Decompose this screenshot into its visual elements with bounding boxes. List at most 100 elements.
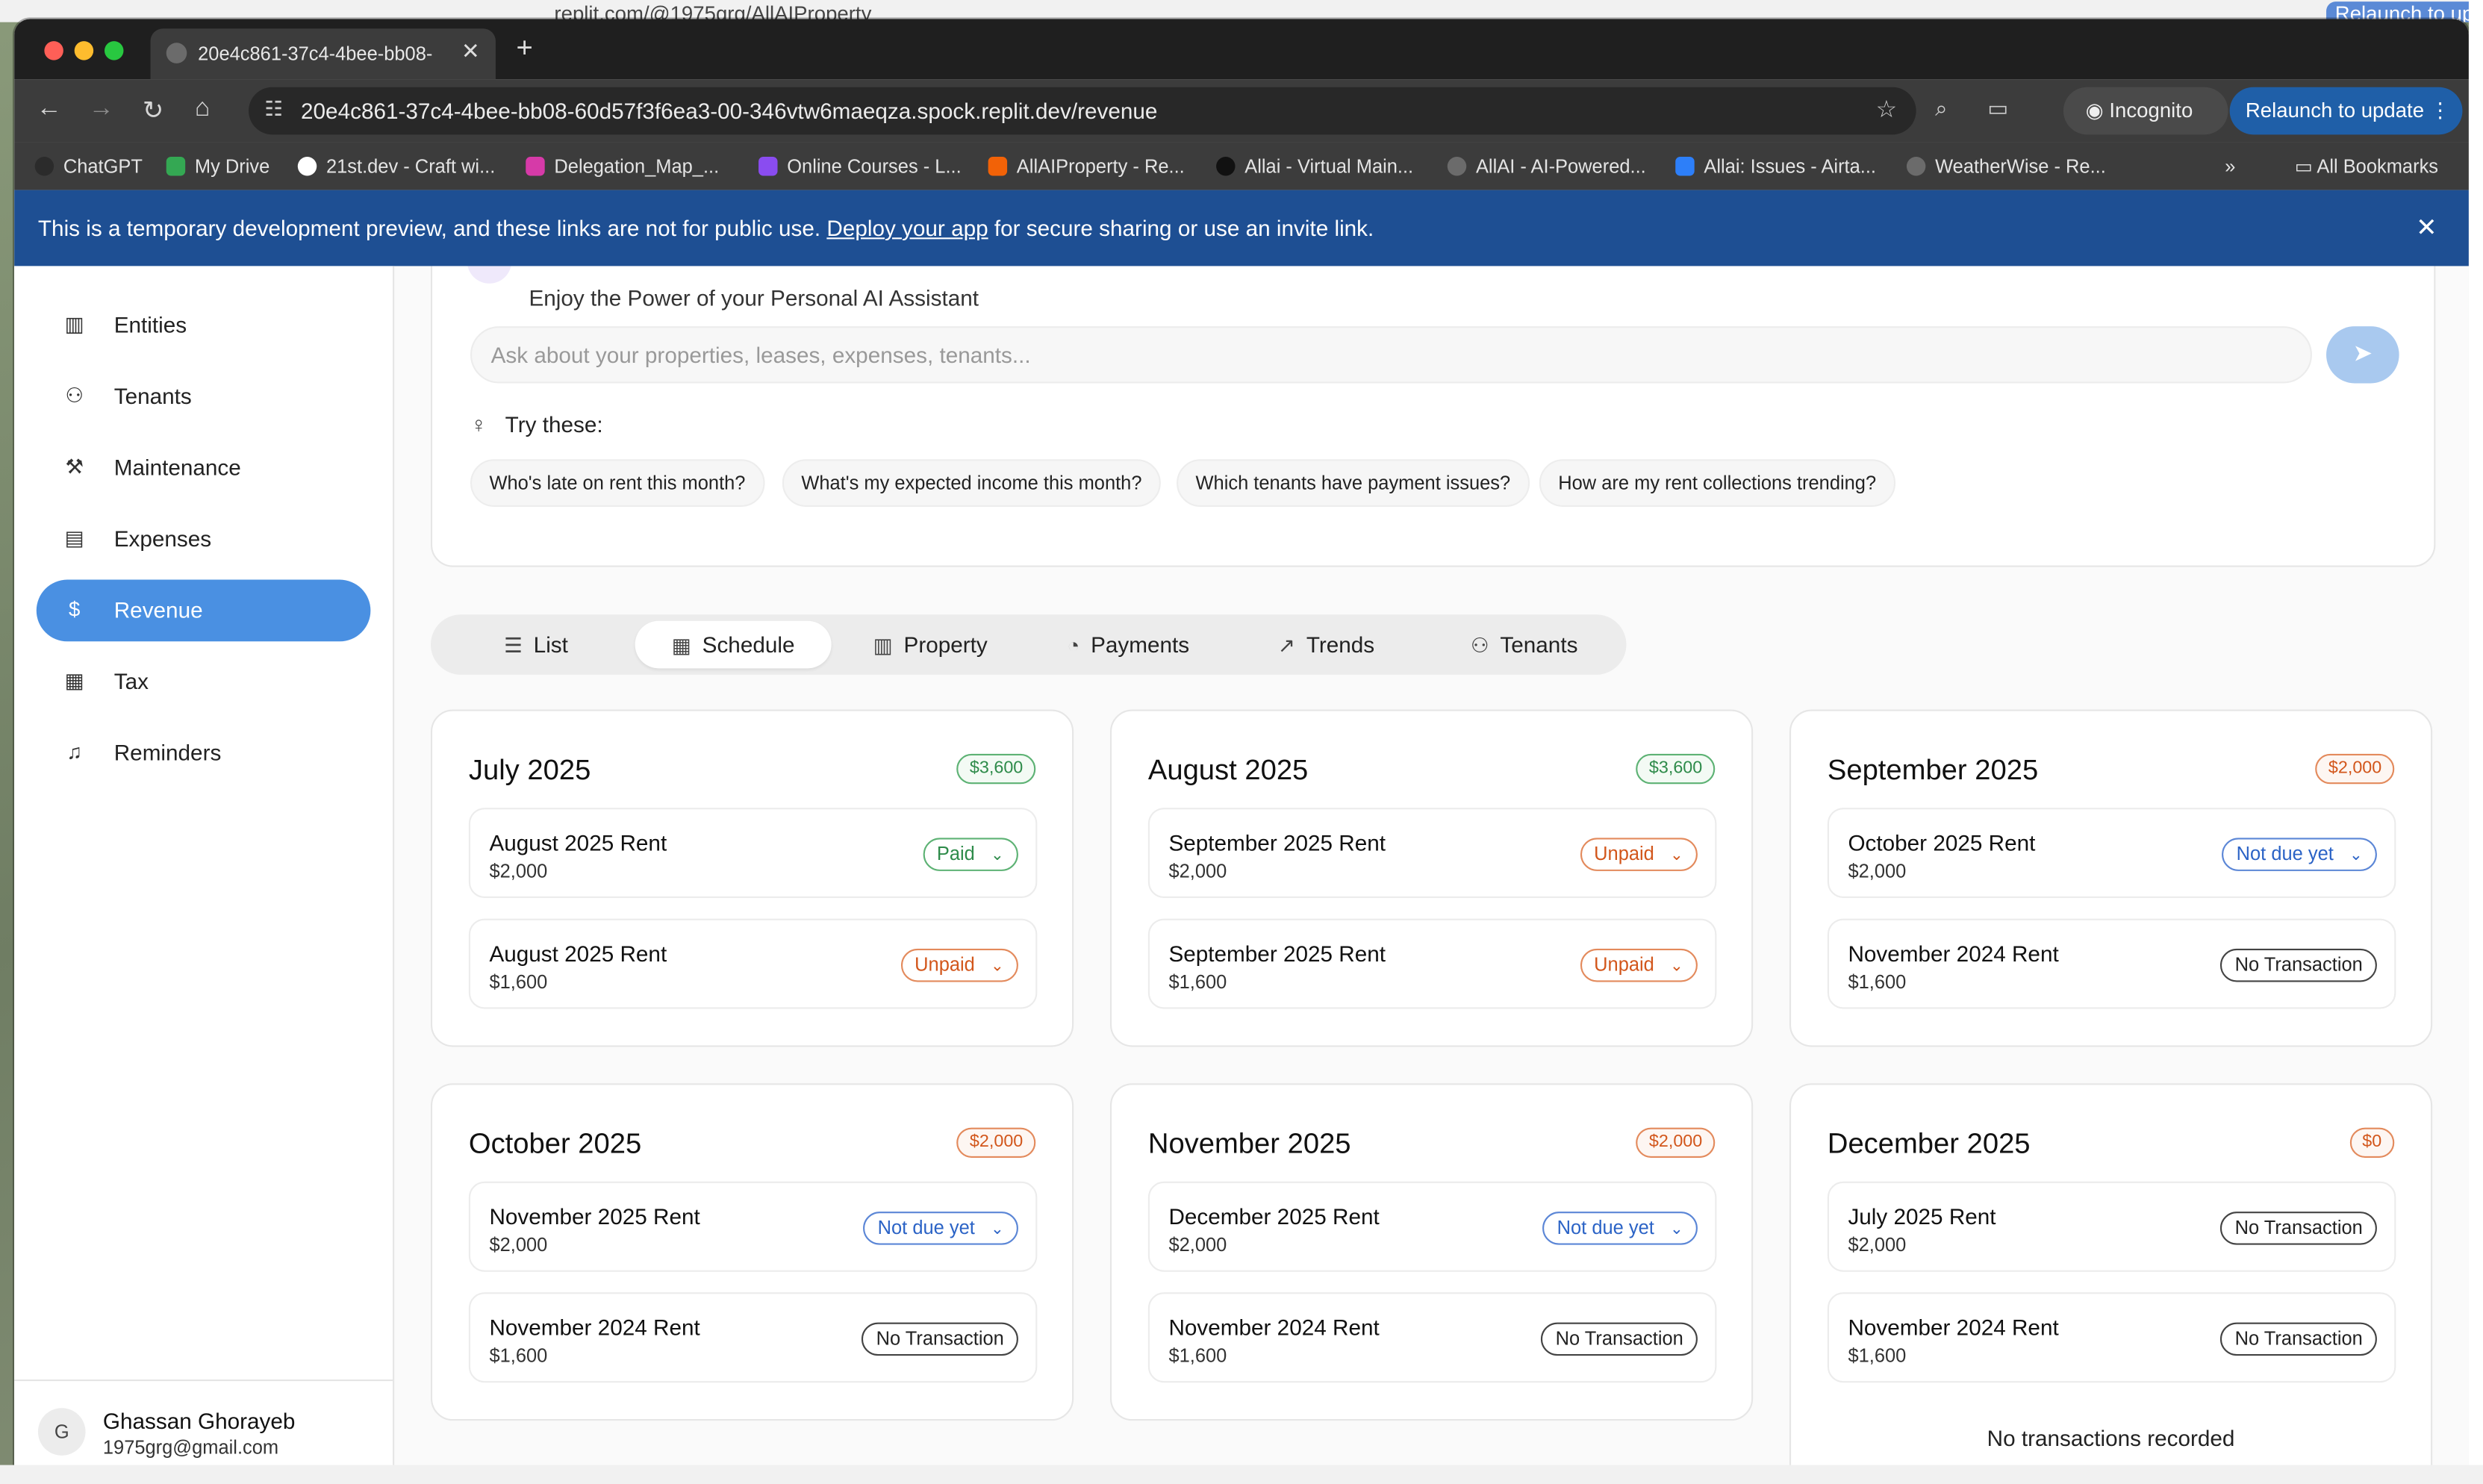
empty-state-text: No transactions recorded [1987, 1425, 2235, 1451]
browser-tab[interactable]: 20e4c861-37c4-4bee-bb08- ✕ [150, 28, 496, 80]
cast-icon[interactable]: ▭ [1987, 95, 2008, 122]
suggestion-chip[interactable]: What's my expected income this month? [782, 459, 1161, 507]
status-label: Not due yet [1557, 1216, 1654, 1239]
sidebar-item-expenses[interactable]: ▤ Expenses [37, 508, 371, 570]
try-label: Try these: [505, 411, 603, 437]
dollar-icon: $ [69, 596, 81, 621]
sidebar-item-maintenance[interactable]: ⚒ Maintenance [37, 437, 371, 499]
rent-amount: $2,000 [1848, 1233, 1907, 1256]
rent-label: November 2024 Rent [1168, 1315, 1380, 1340]
deploy-link[interactable]: Deploy your app [826, 216, 988, 241]
tab-tenants[interactable]: ⚇ Tenants [1425, 621, 1623, 669]
assistant-subtitle: Enjoy the Power of your Personal AI Assi… [529, 284, 979, 311]
close-tab-icon[interactable]: ✕ [461, 38, 480, 65]
status-dropdown[interactable]: Unpaid ⌄ [900, 948, 1018, 982]
address-bar[interactable]: ☷ 20e4c861-37c4-4bee-bb08-60d57f3f6ea3-0… [249, 87, 1916, 135]
rent-amount: $1,600 [1168, 970, 1227, 994]
sidebar-item-tenants[interactable]: ⚇ Tenants [37, 366, 371, 428]
rent-label: November 2024 Rent [489, 1315, 700, 1340]
month-card: July 2025 $3,600 August 2025 Rent $2,000… [430, 709, 1074, 1047]
grid-icon: ▦ [671, 633, 691, 658]
rent-amount: $1,600 [489, 1344, 548, 1368]
bookmark-item[interactable]: ChatGPT [34, 155, 143, 178]
status-dropdown[interactable]: Unpaid ⌄ [1580, 838, 1698, 871]
suggestion-chip[interactable]: Who's late on rent this month? [470, 459, 764, 507]
send-icon: ➤ [2352, 340, 2373, 368]
month-title: August 2025 [1147, 753, 1309, 786]
chevron-down-icon: ⌄ [1670, 847, 1683, 865]
users-icon: ⚇ [65, 383, 84, 408]
status-dropdown[interactable]: Paid ⌄ [922, 838, 1018, 871]
chevron-down-icon: ⌄ [2349, 847, 2363, 865]
send-button[interactable]: ➤ [2326, 326, 2399, 384]
reload-icon[interactable]: ↻ [143, 95, 163, 126]
tab-property[interactable]: ▥ Property [832, 621, 1029, 669]
sidebar-item-entities[interactable]: ▥ Entities [37, 295, 371, 357]
tab-trends[interactable]: ↗ Trends [1227, 621, 1425, 669]
tab-list[interactable]: ☰ List [437, 621, 635, 669]
bookmark-item[interactable]: AllAI - AI-Powered... [1447, 155, 1646, 178]
rent-amount: $2,000 [1168, 1233, 1227, 1256]
rent-label: September 2025 Rent [1168, 829, 1386, 855]
more-bookmarks-icon[interactable]: » [2225, 155, 2235, 178]
bookmark-item[interactable]: My Drive [166, 155, 270, 178]
status-dropdown[interactable]: Not due yet ⌄ [1542, 1212, 1698, 1245]
home-icon[interactable]: ⌂ [195, 95, 211, 123]
maximize-window-button[interactable] [104, 41, 124, 60]
forward-icon[interactable]: → [89, 95, 114, 123]
sidebar-item-revenue[interactable]: $ Revenue [36, 579, 371, 642]
rent-amount: $2,000 [1848, 860, 1907, 882]
search-tab-icon[interactable]: ⌕ [1935, 95, 1948, 122]
bookmark-label: 21st.dev - Craft wi... [325, 155, 496, 178]
url-text: 20e4c861-37c4-4bee-bb08-60d57f3f6ea3-00-… [301, 98, 1158, 124]
site-settings-icon[interactable]: ☷ [264, 96, 283, 122]
bookmark-label: AllAI - AI-Powered... [1475, 155, 1646, 178]
bookmark-item[interactable]: Delegation_Map_... [526, 155, 719, 178]
tab-payments[interactable]: ◔ Payments [1029, 621, 1227, 669]
close-window-button[interactable] [44, 41, 63, 60]
menu-dots-icon[interactable]: ⋮ [2430, 99, 2451, 122]
bookmark-item[interactable]: AllAIProperty - Re... [988, 155, 1185, 178]
bookmark-item[interactable]: 21st.dev - Craft wi... [297, 155, 496, 178]
ask-input[interactable]: Ask about your properties, leases, expen… [470, 326, 2312, 384]
building-icon: ▥ [64, 311, 84, 336]
bookmark-icon [34, 157, 54, 176]
sidebar-item-tax[interactable]: ▦ Tax [37, 651, 371, 713]
bookmark-item[interactable]: Online Courses - L... [758, 155, 962, 178]
sidebar-item-label: Entities [113, 311, 187, 337]
sidebar-item-reminders[interactable]: ♫ Reminders [37, 722, 371, 784]
bookmark-icon [988, 157, 1008, 176]
dev-preview-banner: This is a temporary development preview,… [14, 190, 2469, 266]
bookmark-star-icon[interactable]: ☆ [1876, 95, 1898, 123]
sidebar-item-label: Revenue [113, 596, 203, 623]
suggestion-chip[interactable]: How are my rent collections trending? [1539, 459, 1895, 507]
bookmark-item[interactable]: Allai: Issues - Airta... [1675, 155, 1876, 178]
month-total-badge: $2,000 [956, 1127, 1036, 1158]
status-dropdown[interactable]: Not due yet ⌄ [2222, 838, 2377, 871]
bookmark-label: AllAIProperty - Re... [1016, 155, 1185, 178]
new-tab-button[interactable]: + [517, 31, 533, 65]
background-window-edge [2468, 0, 2483, 1484]
back-icon[interactable]: ← [37, 95, 62, 123]
tab-label: Payments [1091, 632, 1190, 658]
suggestion-chip[interactable]: Which tenants have payment issues? [1177, 459, 1530, 507]
tab-schedule[interactable]: ▦ Schedule [635, 620, 832, 669]
incognito-indicator[interactable]: ◉ Incognito [2063, 87, 2228, 135]
status-dropdown[interactable]: Unpaid ⌄ [1580, 948, 1698, 982]
bookmark-item[interactable]: WeatherWise - Re... [1906, 155, 2106, 178]
rent-label: November 2024 Rent [1848, 941, 2059, 967]
close-banner-icon[interactable]: ✕ [2416, 212, 2437, 243]
all-bookmarks[interactable]: ▭ All Bookmarks [2295, 155, 2438, 178]
tab-strip: 20e4c861-37c4-4bee-bb08- ✕ + [14, 19, 2469, 80]
rent-item: August 2025 Rent $2,000 Paid ⌄ [468, 808, 1038, 899]
bookmark-item[interactable]: Allai - Virtual Main... [1216, 155, 1413, 178]
drive-icon [166, 157, 186, 176]
user-name: Ghassan Ghorayeb [102, 1408, 296, 1434]
status-badge: No Transaction [1541, 1322, 1698, 1356]
minimize-window-button[interactable] [74, 41, 94, 60]
relaunch-button[interactable]: Relaunch to update ⋮ [2229, 87, 2463, 135]
calculator-icon: ▦ [64, 668, 84, 693]
status-dropdown[interactable]: Not due yet ⌄ [863, 1212, 1018, 1245]
rent-label: December 2025 Rent [1168, 1203, 1380, 1229]
bookmark-icon [526, 157, 545, 176]
